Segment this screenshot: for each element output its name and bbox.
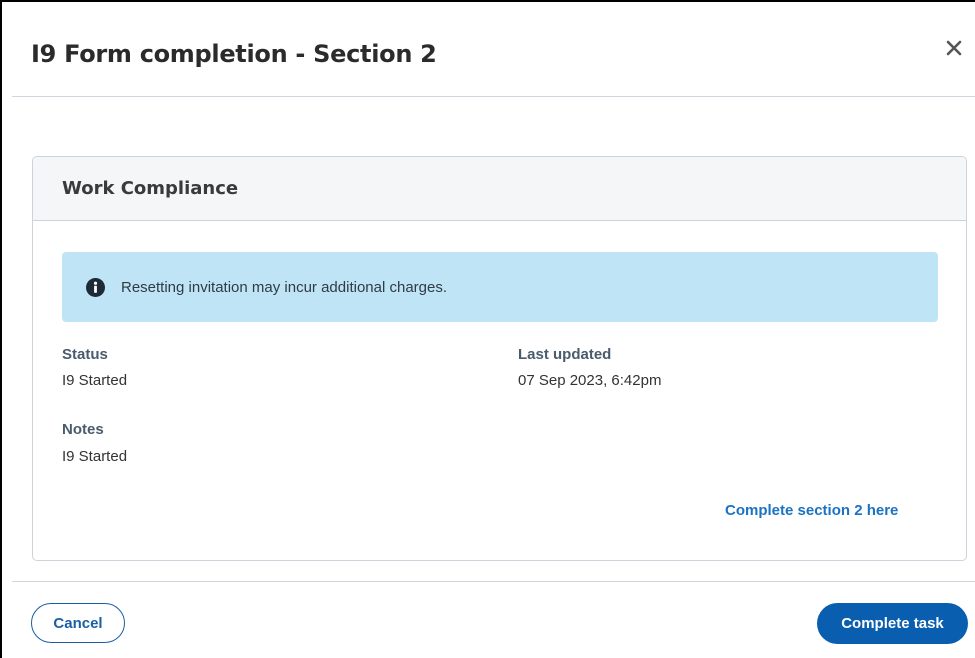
status-value: I9 Started [62,372,128,389]
notes-value: I9 Started [62,448,128,465]
last-updated-value: 07 Sep 2023, 6:42pm [518,372,662,389]
notes-label: Notes [62,421,104,438]
close-icon [946,40,962,56]
modal-header: I9 Form completion - Section 2 [12,4,975,97]
last-updated-label: Last updated [518,346,612,363]
modal-title: I9 Form completion - Section 2 [31,40,437,68]
footer-divider [12,581,975,582]
modal-dialog: I9 Form completion - Section 2 Work Comp… [0,0,975,658]
close-button[interactable] [941,35,967,61]
info-icon [86,277,105,297]
alert-message: Resetting invitation may incur additiona… [121,278,448,296]
info-alert: Resetting invitation may incur additiona… [62,252,938,322]
cancel-button[interactable]: Cancel [31,603,125,643]
work-compliance-card: Work Compliance Resetting invitation may… [32,156,967,561]
status-label: Status [62,346,108,363]
complete-task-button[interactable]: Complete task [817,603,968,644]
card-header: Work Compliance [33,157,966,221]
card-title: Work Compliance [62,178,239,199]
complete-section-2-link[interactable]: Complete section 2 here [725,502,898,519]
